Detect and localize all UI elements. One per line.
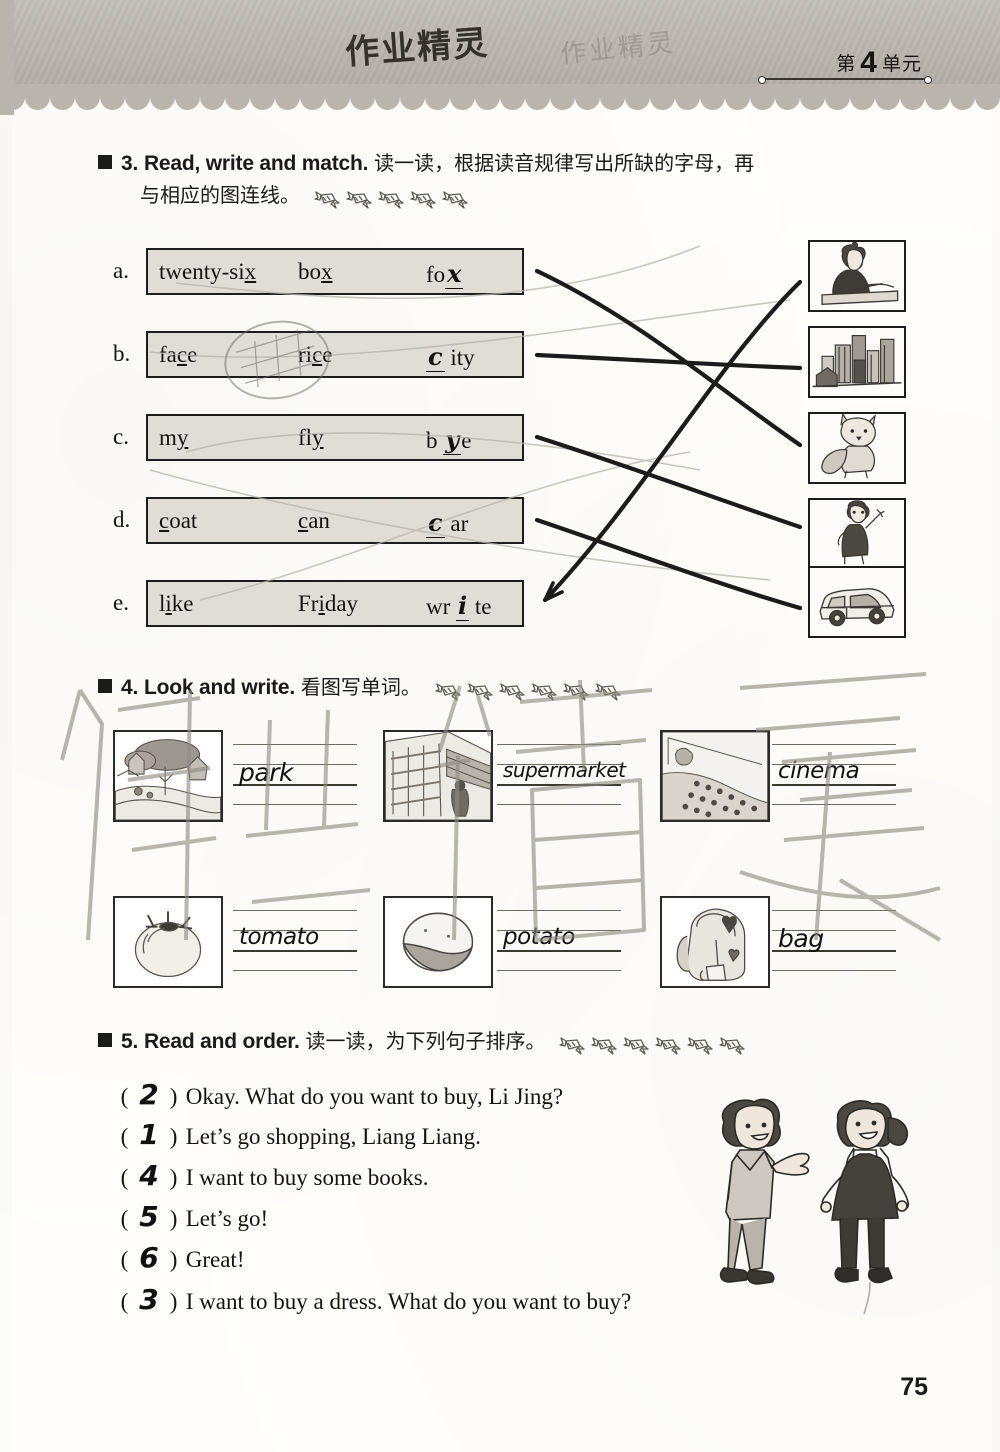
candy-icon [687, 1031, 714, 1061]
handwritten-order-number: 1 [139, 1118, 159, 1151]
sentence-text: Okay. What do you want to buy, Li Jing? [185, 1084, 564, 1109]
sentence-text: Let’s go shopping, Liang Liang. [185, 1124, 481, 1149]
candy-icons-5 [559, 1031, 751, 1061]
candy-icon [687, 1037, 714, 1055]
candy-icon [591, 1031, 618, 1061]
candy-icon [499, 683, 525, 701]
exercise-4-heading: 4. Look and write. 看图写单词。 [98, 672, 627, 707]
answer-bracket: ( 4 ) [120, 1159, 178, 1192]
handwritten-order-number: 4 [139, 1159, 159, 1192]
exercise-5-number: 5. [121, 1030, 139, 1053]
candy-icon [595, 683, 621, 701]
exercise-4-title-cn: 看图写单词。 [300, 675, 421, 699]
candy-icon [623, 1031, 650, 1061]
candy-icon [655, 1037, 682, 1055]
exercise-4-answer-cinema: cinema [778, 758, 860, 784]
answer-bracket: ( 2 ) [120, 1078, 178, 1111]
exercise-4-picture-potato [383, 896, 493, 988]
order-sentence-5: ( 6 ) Great! [118, 1241, 245, 1274]
answer-bracket: ( 1 ) [120, 1118, 178, 1151]
order-sentence-4: ( 5 ) Let’s go! [118, 1200, 269, 1233]
candy-icon [531, 677, 557, 707]
candy-icon [719, 1037, 746, 1055]
workbook-page: 作业精灵 作业精灵 第 4 单元 3. Read, write and match.… [0, 0, 1000, 1452]
candy-icon [435, 683, 461, 701]
illustration-boy-and-girl [672, 1092, 922, 1317]
exercise-5-title-en: Read and order. [143, 1030, 300, 1053]
exercise-4-number: 4. [121, 676, 139, 699]
candy-icon [719, 1031, 746, 1061]
candy-icon [499, 677, 525, 707]
candy-icon [435, 677, 461, 707]
order-sentence-1: ( 2 ) Okay. What do you want to buy, Li … [118, 1078, 563, 1111]
answer-bracket: ( 6 ) [120, 1241, 178, 1274]
order-sentence-2: ( 1 ) Let’s go shopping, Liang Liang. [118, 1118, 481, 1151]
candy-icon [531, 683, 557, 701]
candy-icon [563, 683, 589, 701]
exercise-5-title-cn: 读一读，为下列句子排序。 [305, 1029, 546, 1053]
exercise-4-picture-bag [660, 896, 770, 988]
handwritten-order-number: 2 [139, 1078, 159, 1111]
exercise-4-picture-tomato [113, 896, 223, 988]
exercise-4-answer-park: park [239, 758, 293, 787]
exercise-5-heading: 5. Read and order. 读一读，为下列句子排序。 [98, 1026, 751, 1061]
sentence-text: I want to buy a dress. What do you want … [185, 1289, 632, 1314]
bullet-icon [98, 1033, 112, 1047]
handwritten-order-number: 3 [139, 1283, 159, 1316]
candy-icon [591, 1037, 618, 1055]
exercise-4-answer-tomato: tomato [239, 924, 319, 950]
exercise-4-picture-supermarket [383, 730, 493, 822]
bullet-icon [98, 679, 112, 693]
candy-icon [559, 1031, 586, 1061]
exercise-4-title-en: Look and write. [143, 676, 295, 699]
candy-icon [655, 1031, 682, 1061]
candy-icons-4 [435, 677, 627, 707]
page-number: 75 [900, 1373, 928, 1401]
exercise-4-picture-park [113, 730, 223, 822]
candy-icon [467, 683, 493, 701]
exercise-4-answer-potato: potato [503, 924, 575, 950]
candy-icon [595, 677, 621, 707]
sentence-text: I want to buy some books. [185, 1165, 429, 1190]
handwritten-order-number: 5 [139, 1200, 159, 1233]
sentence-text: Let’s go! [185, 1206, 269, 1231]
answer-bracket: ( 3 ) [120, 1283, 178, 1316]
candy-icon [467, 677, 493, 707]
sentence-text: Great! [185, 1247, 245, 1272]
candy-icon [559, 1037, 586, 1055]
exercise-4-answer-supermarket: supermarket [503, 758, 626, 782]
order-sentence-3: ( 4 ) I want to buy some books. [118, 1159, 429, 1192]
answer-bracket: ( 5 ) [120, 1200, 178, 1233]
order-sentence-6: ( 3 ) I want to buy a dress. What do you… [118, 1283, 632, 1316]
handwritten-order-number: 6 [139, 1241, 159, 1274]
candy-icon [623, 1037, 650, 1055]
candy-icon [563, 677, 589, 707]
exercise-4-answer-bag: bag [778, 924, 824, 953]
exercise-4-picture-cinema [660, 730, 770, 822]
